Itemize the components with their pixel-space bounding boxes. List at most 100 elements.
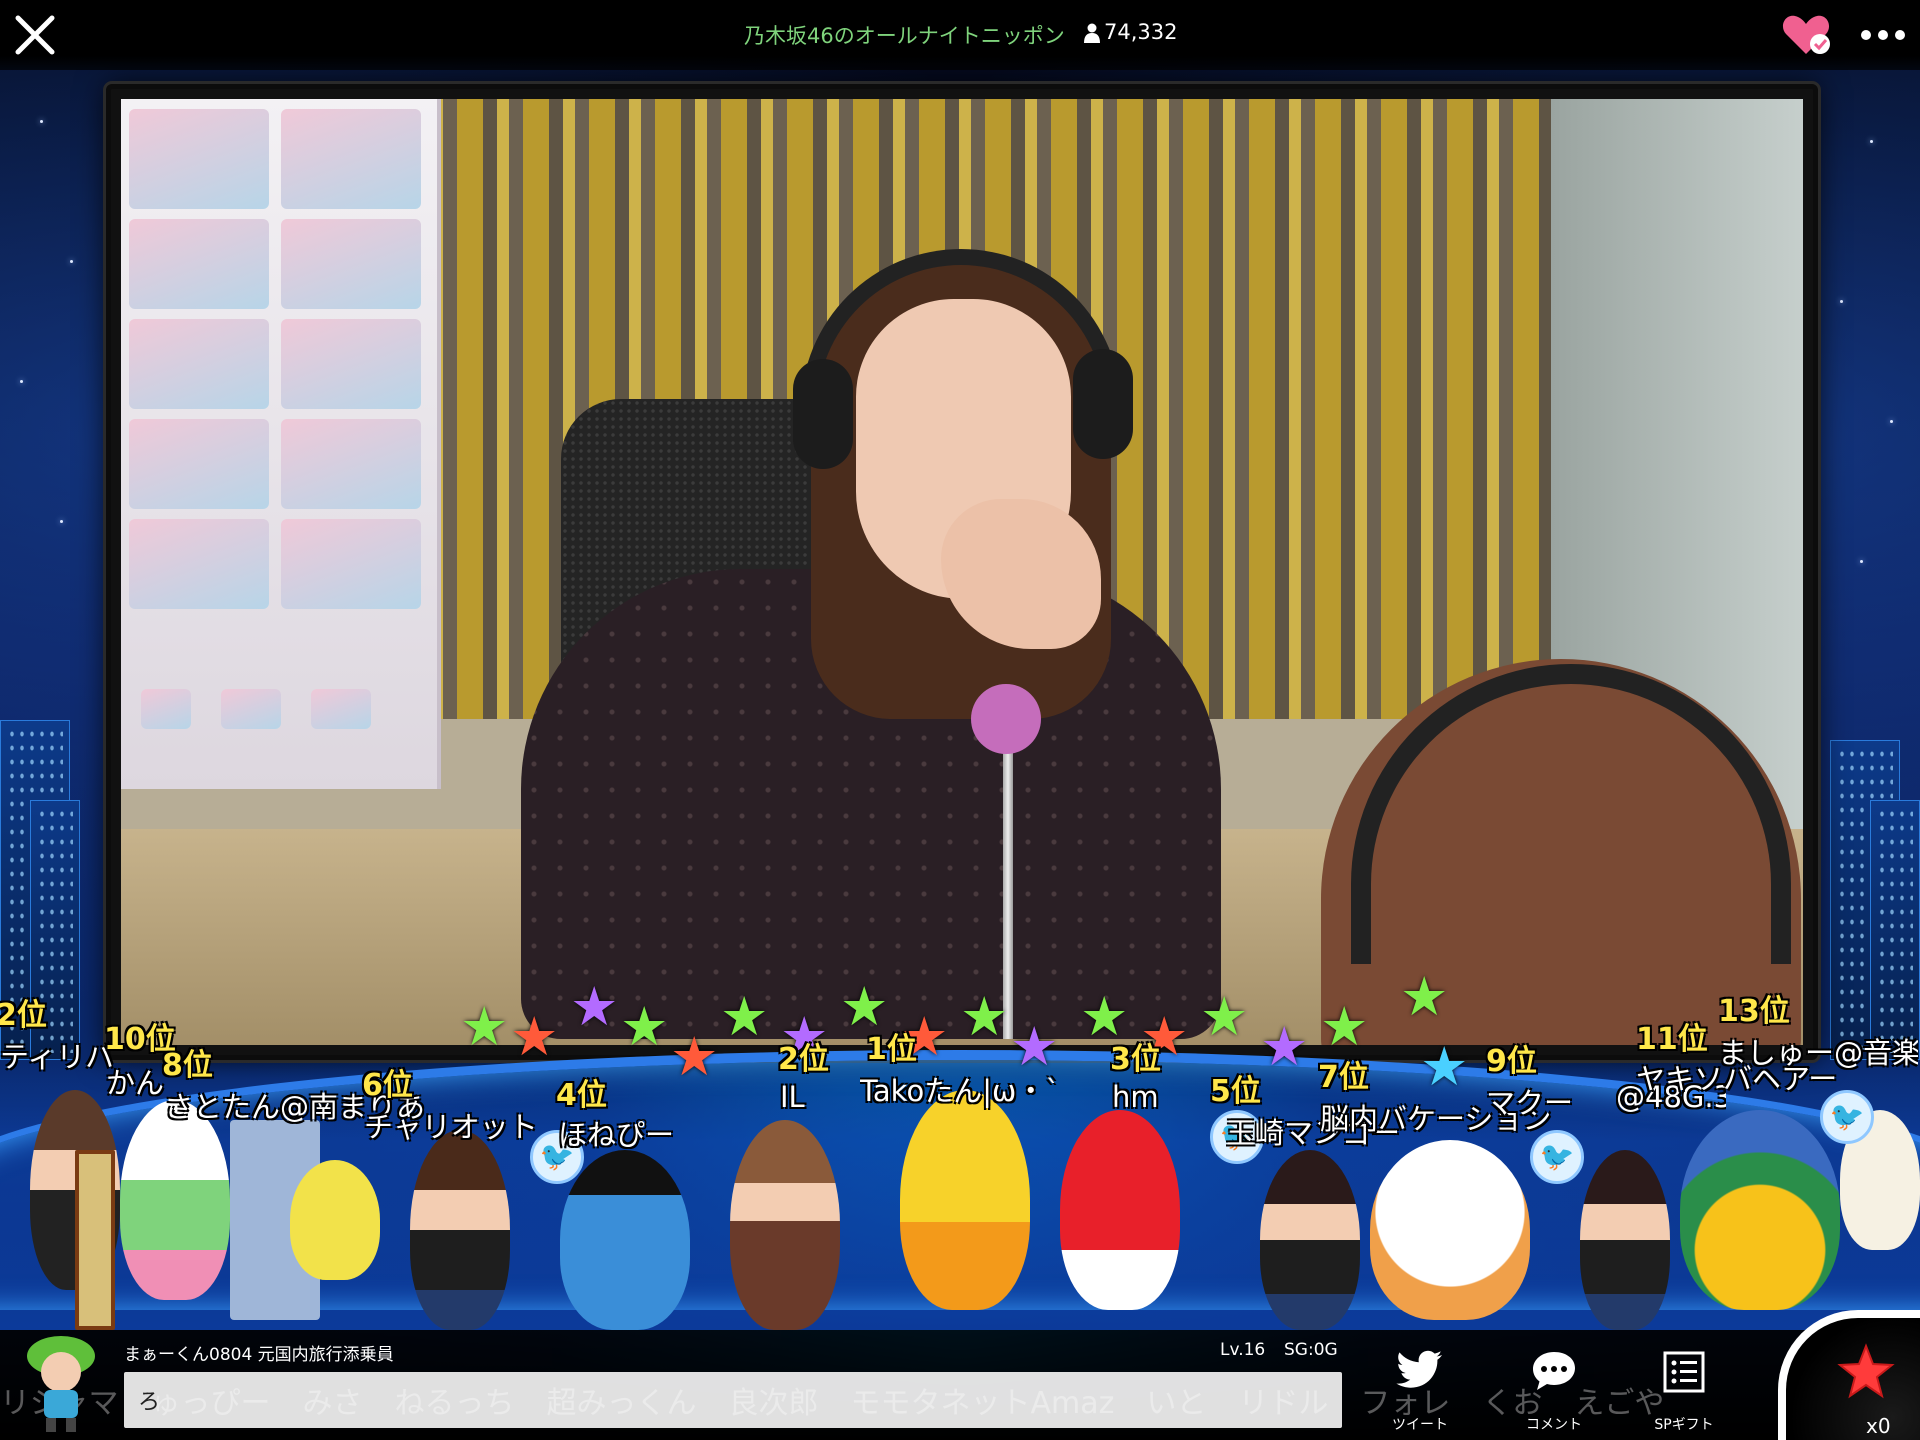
star-sparkle [1860, 560, 1863, 563]
twitter-badge-icon: 🐦 [1820, 1090, 1874, 1144]
signboard [75, 1150, 115, 1330]
star-gift: ★ [1200, 985, 1249, 1048]
headphone-cup [793, 359, 853, 469]
poster-photo [281, 219, 421, 309]
live-video[interactable] [121, 99, 1803, 1045]
rank-name: hm [1112, 1080, 1159, 1114]
poster-photo [129, 319, 269, 409]
rank-name: かん [106, 1066, 165, 1100]
heart-check-icon [1782, 15, 1830, 54]
rank-label: 11位 [1636, 1022, 1708, 1057]
poster-photo [129, 519, 269, 609]
rank-name: IL [780, 1080, 805, 1114]
avatar-penguin [560, 1150, 690, 1330]
rank-name: ましゅー@音楽 [1718, 1036, 1918, 1070]
rank-name: Takoたん|ω・` [860, 1074, 1060, 1108]
avatar-dog [1370, 1140, 1530, 1320]
avatar-girl [1260, 1150, 1360, 1330]
rank-label: 6位 [362, 1068, 413, 1103]
rank-label: 2位 [778, 1042, 829, 1077]
avatar-frog [290, 1160, 380, 1280]
rank-label: 3位 [1110, 1042, 1161, 1077]
viewer-count-value: 74,332 [1104, 20, 1178, 44]
video-frame [106, 84, 1818, 1060]
poster-photo [281, 519, 421, 609]
sp-gift-button[interactable]: SPギフト [1634, 1350, 1734, 1436]
microphone [971, 684, 1041, 754]
star-gift: ★ [1320, 995, 1369, 1058]
star-count: x0 [1866, 1414, 1891, 1438]
viewer-count: 74,332 [1084, 20, 1177, 44]
star-sparkle [1870, 140, 1873, 143]
star-gift: ★ [1420, 1035, 1469, 1098]
star-sparkle [70, 260, 73, 263]
star-gift: ★ [1010, 1015, 1059, 1078]
more-dots-icon [1861, 30, 1905, 40]
user-sg: SG:0G [1284, 1340, 1338, 1360]
rank-label: 1位 [866, 1032, 917, 1067]
star-gift: ★ [1260, 1015, 1309, 1078]
tweet-button[interactable]: ツイート [1370, 1350, 1470, 1436]
favorite-button[interactable] [1782, 12, 1832, 56]
rank-name: ほねぴー [558, 1118, 675, 1152]
headphone-cup [1073, 349, 1133, 459]
broadcast-title: 乃木坂46のオールナイトニッポン [744, 24, 1065, 48]
star-sparkle [20, 380, 23, 383]
rank-label: 2位 [0, 998, 47, 1033]
avatar-rabbit [1060, 1110, 1180, 1310]
star-gift: ★ [670, 1025, 719, 1088]
comment-button[interactable]: コメント [1504, 1350, 1604, 1436]
user-level: Lv.16 [1220, 1340, 1266, 1360]
star-sparkle [60, 520, 63, 523]
close-icon [15, 15, 55, 55]
user-avatar[interactable] [18, 1334, 104, 1434]
star-gift: ★ [460, 995, 509, 1058]
poster-photo [281, 419, 421, 509]
rank-label: 9位 [1486, 1044, 1537, 1079]
star-sparkle [1890, 420, 1893, 423]
star-gift: ★ [510, 1005, 559, 1068]
rank-name: チャリオット [364, 1110, 538, 1144]
avatar-duck [900, 1090, 1030, 1310]
twitter-bird-icon [1396, 1350, 1442, 1388]
star-sparkle [1840, 300, 1843, 303]
poster-photo [281, 109, 421, 209]
comment-label: コメント [1526, 1417, 1582, 1433]
gift-list-icon [1663, 1351, 1705, 1393]
rank-label: 4位 [556, 1078, 607, 1113]
sp-gift-label: SPギフト [1654, 1417, 1714, 1433]
poster-photo [129, 219, 269, 309]
user-avatar-icon [27, 1336, 95, 1432]
comment-input[interactable] [124, 1372, 1342, 1428]
tweet-label: ツイート [1392, 1417, 1448, 1433]
poster [121, 99, 441, 789]
rank-label: 13位 [1718, 994, 1790, 1029]
close-button[interactable] [12, 12, 58, 58]
rank-label: 8位 [162, 1048, 213, 1083]
speech-bubble-icon [1533, 1352, 1575, 1390]
poster-photo [311, 689, 371, 729]
poster-photo [281, 319, 421, 409]
avatar-girl [1580, 1150, 1670, 1330]
poster-photo [129, 419, 269, 509]
star-gift: ★ [1400, 965, 1449, 1028]
more-button[interactable] [1858, 20, 1908, 50]
star-gift: ★ [570, 975, 619, 1038]
twitter-badge-icon: 🐦 [1530, 1130, 1584, 1184]
person-icon [1084, 23, 1100, 43]
avatar-kimono [120, 1100, 230, 1300]
rank-label: 7位 [1318, 1060, 1369, 1095]
star-gift: ★ [960, 985, 1009, 1048]
avatar-globe [1680, 1110, 1840, 1310]
poster-photo [129, 109, 269, 209]
user-name: まぁーくん0804 元国内旅行添乗員 [124, 1345, 394, 1365]
avatar-boy [730, 1120, 840, 1330]
poster-photo [141, 689, 191, 729]
star-icon [1837, 1343, 1895, 1399]
rank-name: マクー [1486, 1086, 1574, 1120]
star-gift: ★ [720, 985, 769, 1048]
poster-photo [221, 689, 281, 729]
city-building [1870, 800, 1920, 1060]
star-gift: ★ [620, 995, 669, 1058]
star-sparkle [40, 120, 43, 123]
